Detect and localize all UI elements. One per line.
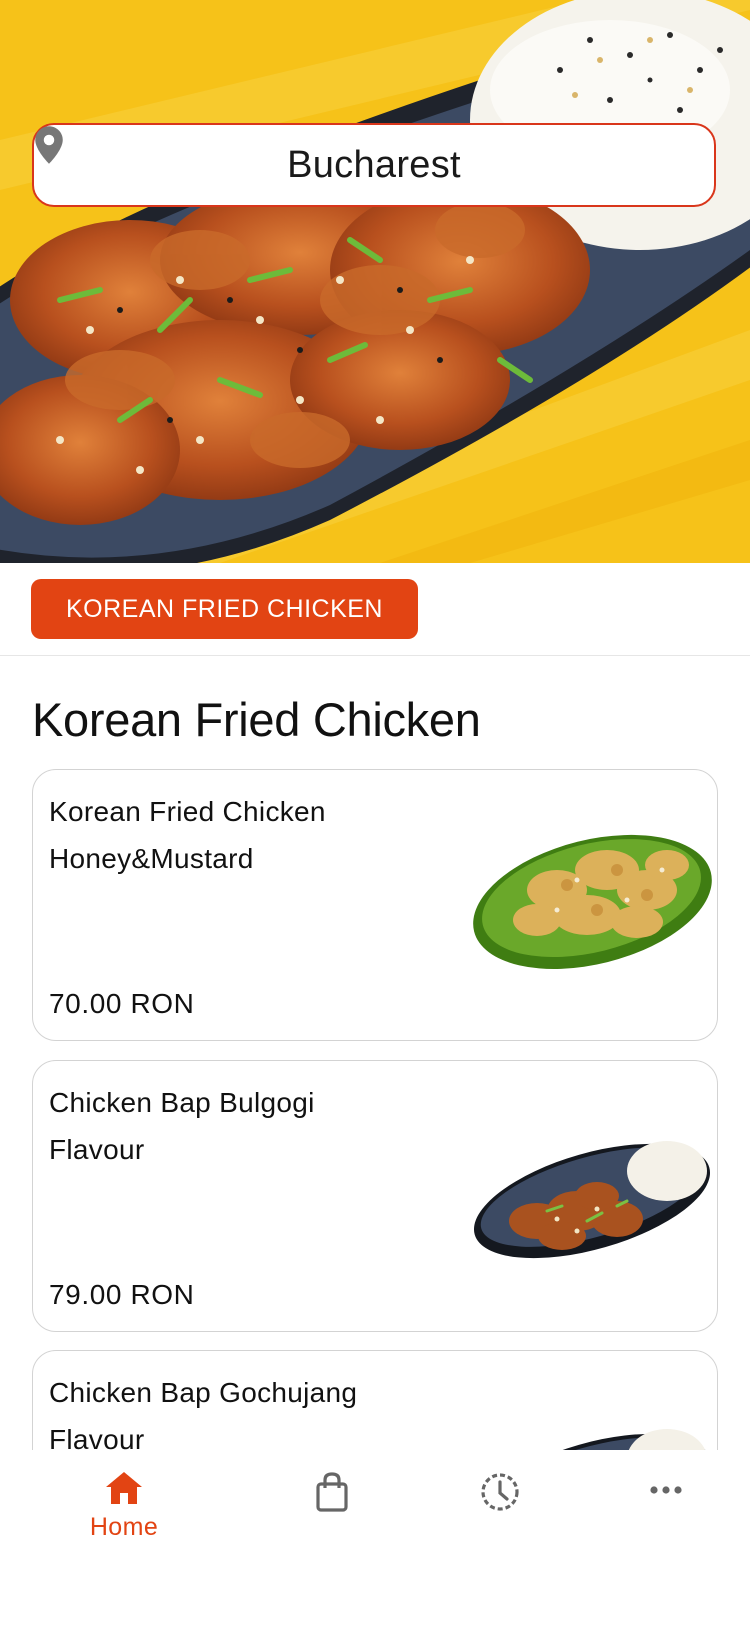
nav-history[interactable] xyxy=(440,1470,560,1519)
more-dots-icon xyxy=(650,1486,682,1494)
hero-food-image xyxy=(0,0,750,563)
location-selector[interactable]: Bucharest xyxy=(32,123,716,207)
menu-item-card[interactable]: Chicken Bap Bulgogi Flavour 79.00 RON xyxy=(32,1060,718,1332)
home-icon xyxy=(106,1472,142,1504)
menu-item-image xyxy=(473,834,712,969)
shopping-bag-icon xyxy=(316,1472,348,1512)
nav-home[interactable]: Home xyxy=(64,1470,184,1542)
section-title: Korean Fried Chicken xyxy=(32,693,481,746)
nav-orders[interactable] xyxy=(272,1470,392,1519)
nav-more[interactable] xyxy=(606,1470,726,1515)
nav-home-label: Home xyxy=(89,1513,159,1541)
location-label: Bucharest xyxy=(287,143,461,186)
map-pin-icon xyxy=(35,126,63,164)
category-chip-korean-fried-chicken[interactable]: KOREAN FRIED CHICKEN xyxy=(31,579,418,639)
menu-item-name: Korean Fried Chicken Honey&Mustard xyxy=(49,796,326,874)
category-bar: KOREAN FRIED CHICKEN xyxy=(0,563,750,656)
history-clock-icon xyxy=(481,1473,519,1511)
menu-item-price: 70.00 RON xyxy=(49,988,195,1019)
bottom-navigation: Home xyxy=(0,1450,750,1627)
menu-item-card[interactable]: Korean Fried Chicken Honey&Mustard 70.00… xyxy=(32,769,718,1041)
menu-item-name: Chicken Bap Bulgogi Flavour xyxy=(49,1087,315,1165)
hero-banner: Bucharest xyxy=(0,0,750,563)
menu-item-name: Chicken Bap Gochujang Flavour xyxy=(49,1377,358,1455)
menu-item-price: 79.00 RON xyxy=(49,1279,195,1310)
menu-item-image xyxy=(473,1141,711,1259)
